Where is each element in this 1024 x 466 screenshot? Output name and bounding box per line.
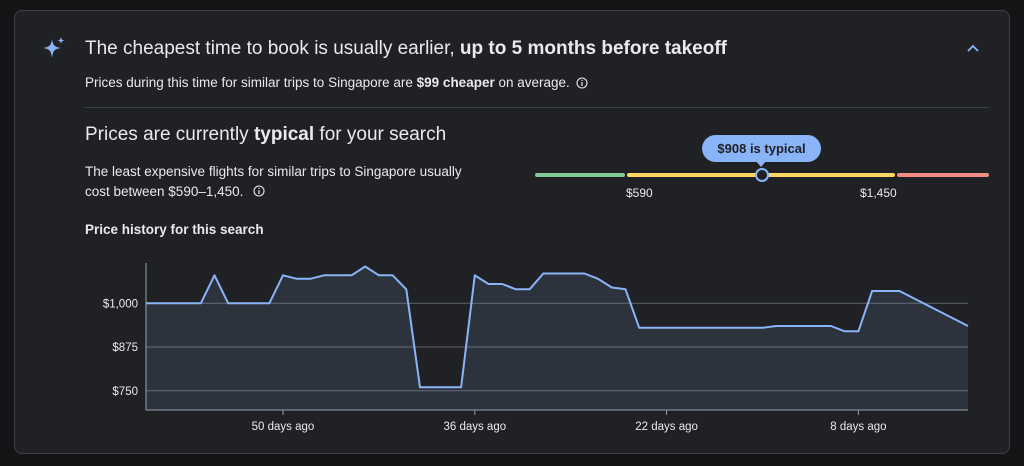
x-tick-label: 36 days ago <box>443 421 506 433</box>
y-tick-label: $875 <box>112 342 138 354</box>
y-tick-label: $750 <box>112 386 138 398</box>
price-insights-card: The cheapest time to book is usually ear… <box>14 10 1010 454</box>
price-area <box>146 266 968 410</box>
price-history-chart: $750 $875 $1,000 50 days ago 36 days ago 22 d… <box>103 263 969 433</box>
x-tick-label: 50 days ago <box>252 421 315 433</box>
x-tick-label: 22 days ago <box>635 421 698 433</box>
x-tick-label: 8 days ago <box>830 421 886 433</box>
y-tick-label: $1,000 <box>103 298 138 310</box>
